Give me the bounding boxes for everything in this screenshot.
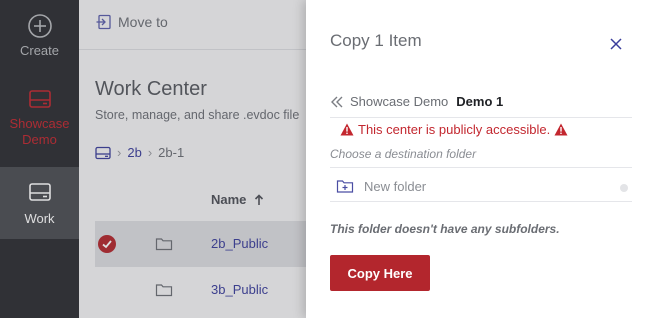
close-icon[interactable] bbox=[608, 36, 624, 52]
public-warning: This center is publicly accessible. bbox=[340, 122, 568, 137]
copy-dialog: Copy 1 Item Showcase Demo Demo 1 This ce… bbox=[306, 0, 658, 318]
dialog-breadcrumb-current: Demo 1 bbox=[456, 94, 504, 109]
dialog-breadcrumb-parent[interactable]: Showcase Demo bbox=[350, 94, 448, 109]
new-folder-icon bbox=[336, 180, 354, 193]
new-folder-label: New folder bbox=[364, 178, 427, 194]
divider bbox=[330, 167, 632, 168]
new-folder-button[interactable]: New folder bbox=[336, 178, 426, 194]
divider bbox=[330, 117, 632, 118]
empty-folder-message: This folder doesn't have any subfolders. bbox=[330, 222, 560, 236]
copy-here-button[interactable]: Copy Here bbox=[330, 255, 430, 291]
warning-icon bbox=[340, 123, 354, 136]
double-chevron-left-icon[interactable] bbox=[330, 95, 344, 109]
scrollbar-thumb[interactable] bbox=[620, 184, 628, 192]
dialog-breadcrumb: Showcase Demo Demo 1 bbox=[330, 94, 503, 109]
divider bbox=[330, 201, 632, 202]
warning-text: This center is publicly accessible. bbox=[358, 122, 551, 137]
warning-icon bbox=[554, 123, 568, 136]
choose-destination-label: Choose a destination folder bbox=[330, 147, 477, 161]
dialog-title: Copy 1 Item bbox=[330, 31, 422, 50]
